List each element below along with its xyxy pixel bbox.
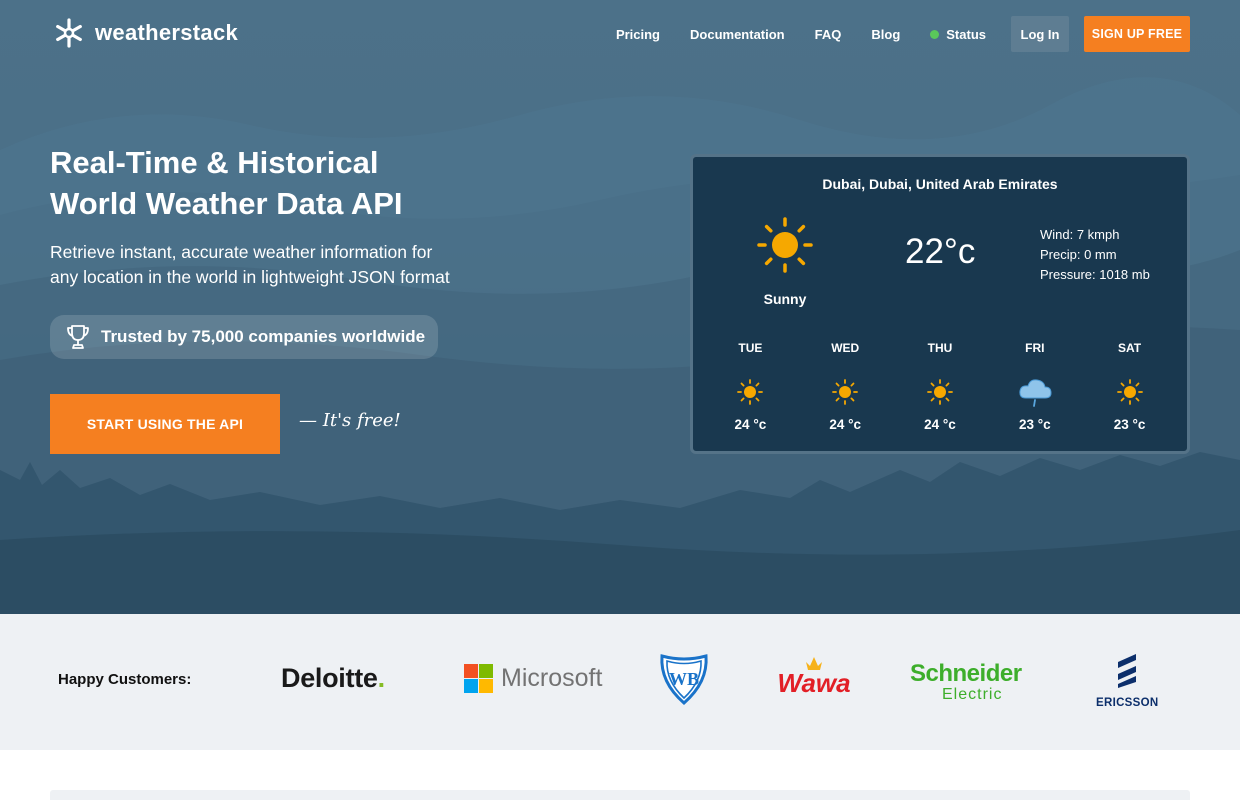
nav-faq[interactable]: FAQ bbox=[815, 27, 842, 42]
forecast-temp: 23 °c bbox=[1113, 417, 1146, 432]
headline-line-2: World Weather Data API bbox=[50, 186, 403, 221]
ericsson-logo: ERICSSON bbox=[1096, 652, 1158, 709]
headline-line-1: Real-Time & Historical bbox=[50, 145, 379, 180]
subline-line-1: Retrieve instant, accurate weather infor… bbox=[50, 242, 433, 262]
customers-label: Happy Customers: bbox=[58, 671, 192, 688]
forecast-temp: 23 °c bbox=[1018, 417, 1051, 432]
nav-blog[interactable]: Blog bbox=[871, 27, 900, 42]
status-dot-icon bbox=[930, 29, 940, 39]
top-nav: Pricing Documentation FAQ Blog Status Lo… bbox=[586, 16, 1190, 52]
forecast-row: TUE 24 °c WED 24 °c THU 24 °c FRI 23 °c … bbox=[693, 341, 1187, 432]
schneider-logo: Schneider Electric bbox=[910, 662, 1022, 704]
trophy-icon bbox=[67, 325, 89, 349]
forecast-day-name: TUE bbox=[738, 341, 763, 355]
forecast-day-name: FRI bbox=[1025, 341, 1045, 355]
wawa-logo: Wawa bbox=[770, 654, 858, 703]
weather-condition: Sunny bbox=[763, 291, 807, 307]
microsoft-squares-icon bbox=[464, 664, 493, 693]
microsoft-logo: Microsoft bbox=[464, 664, 602, 693]
forecast-day: TUE 24 °c bbox=[710, 341, 790, 432]
hero-headline: Real-Time & Historical World Weather Dat… bbox=[50, 142, 510, 224]
forecast-day: THU 24 °c bbox=[900, 341, 980, 432]
forecast-temp: 24 °c bbox=[734, 417, 767, 432]
customers-section: Happy Customers: Deloitte. Microsoft WB … bbox=[0, 614, 1240, 750]
signup-button[interactable]: SIGN UP FREE bbox=[1084, 16, 1190, 52]
wind-value: Wind: 7 kmph bbox=[1040, 227, 1120, 242]
weather-location: Dubai, Dubai, United Arab Emirates bbox=[822, 176, 1058, 192]
schneider-text: Schneider bbox=[910, 660, 1022, 687]
forecast-temp: 24 °c bbox=[924, 417, 956, 432]
trusted-badge: Trusted by 75,000 companies worldwide bbox=[50, 315, 438, 359]
hero-subheadline: Retrieve instant, accurate weather infor… bbox=[50, 240, 510, 290]
forecast-day: FRI 23 °c bbox=[995, 341, 1075, 432]
ericsson-bars-icon bbox=[1118, 654, 1137, 688]
trusted-text: Trusted by 75,000 companies worldwide bbox=[101, 327, 426, 346]
subline-line-2: any location in the world in lightweight… bbox=[50, 267, 450, 287]
sun-icon bbox=[832, 379, 859, 405]
electric-text: Electric bbox=[942, 686, 1003, 703]
next-section-edge bbox=[50, 790, 1190, 800]
start-using-api-button[interactable]: START USING THE API bbox=[50, 394, 280, 454]
forecast-day: SAT 23 °c bbox=[1090, 341, 1170, 432]
forecast-day: WED 24 °c bbox=[805, 341, 885, 432]
snowflake-icon bbox=[56, 18, 82, 48]
pressure-value: Pressure: 1018 mb bbox=[1040, 267, 1150, 282]
sun-icon bbox=[927, 379, 953, 405]
forecast-temp: 24 °c bbox=[829, 417, 862, 432]
precip-value: Precip: 0 mm bbox=[1040, 247, 1117, 262]
deloitte-logo: Deloitte. bbox=[281, 663, 385, 693]
nav-pricing[interactable]: Pricing bbox=[616, 27, 660, 42]
login-button[interactable]: Log In bbox=[1011, 16, 1069, 52]
sun-icon bbox=[1116, 379, 1143, 405]
forecast-day-name: WED bbox=[831, 341, 860, 355]
weather-widget: Dubai, Dubai, United Arab Emirates Sunny… bbox=[690, 154, 1190, 454]
warner-bros-logo: WB bbox=[658, 652, 710, 711]
weather-details: Wind: 7 kmph Precip: 0 mm Pressure: 1018… bbox=[1040, 225, 1150, 285]
nav-status-label: Status bbox=[946, 26, 986, 42]
ericsson-text: ERICSSON bbox=[1096, 697, 1159, 709]
wawa-text: Wawa bbox=[777, 668, 850, 698]
sun-icon bbox=[737, 379, 764, 405]
nav-status[interactable]: Status bbox=[930, 27, 986, 42]
brand-name: weatherstack bbox=[95, 20, 239, 45]
rain-cloud-icon bbox=[1019, 379, 1052, 407]
nav-documentation[interactable]: Documentation bbox=[690, 27, 785, 42]
forecast-day-name: THU bbox=[927, 341, 953, 355]
brand-logo[interactable]: weatherstack bbox=[52, 18, 238, 48]
sun-icon bbox=[757, 217, 813, 273]
free-note: — It's free! bbox=[299, 410, 401, 431]
current-temperature: 22°c bbox=[905, 232, 976, 271]
deloitte-text: Deloitte bbox=[281, 663, 378, 693]
wb-text: WB bbox=[669, 669, 699, 689]
microsoft-text: Microsoft bbox=[501, 664, 603, 692]
hero-section: weatherstack Pricing Documentation FAQ B… bbox=[0, 0, 1240, 614]
forecast-day-name: SAT bbox=[1118, 341, 1142, 355]
